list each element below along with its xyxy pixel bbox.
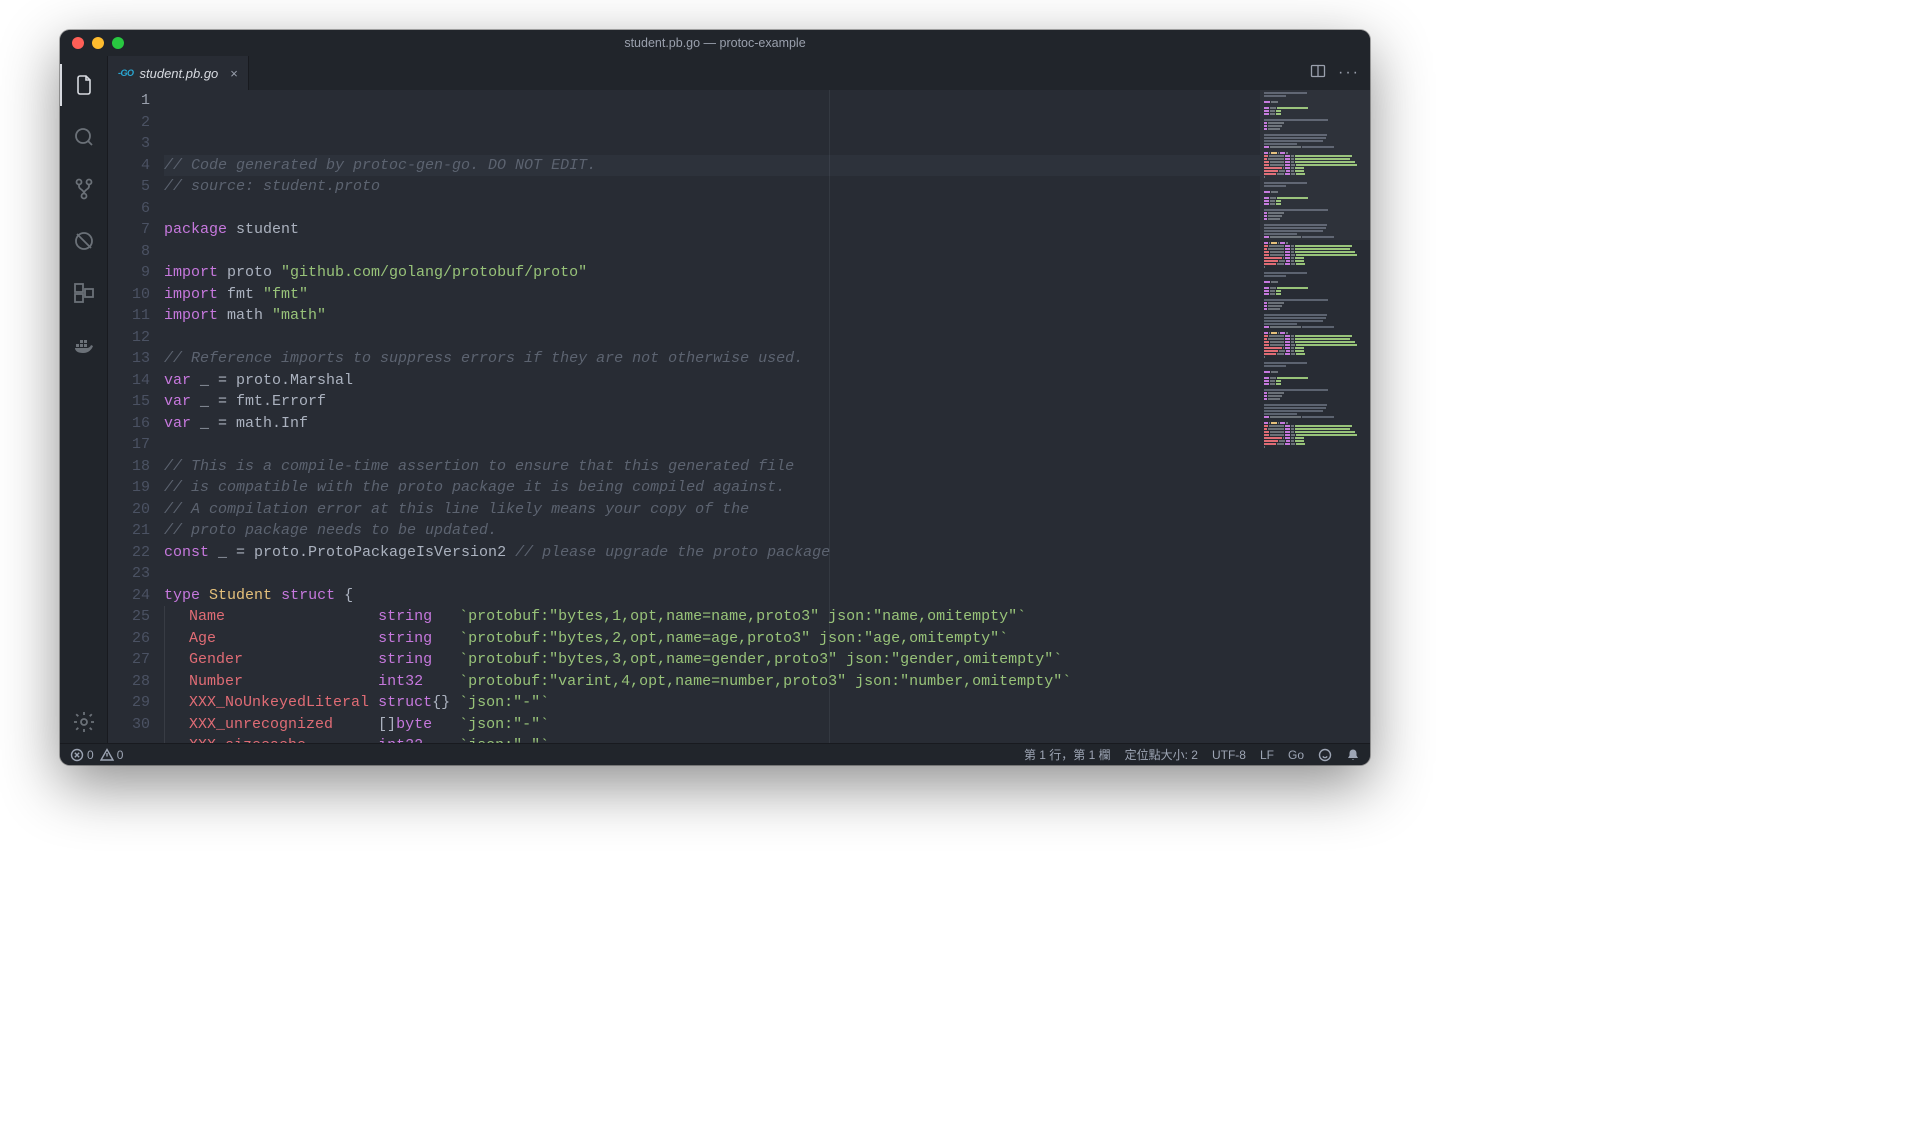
activity-explorer[interactable] bbox=[60, 64, 108, 106]
status-cursor-pos[interactable]: 第 1 行，第 1 欄 bbox=[1024, 746, 1111, 763]
activity-debug[interactable] bbox=[60, 220, 108, 262]
editor-tabs: -GO student.pb.go × ··· bbox=[108, 56, 1370, 90]
go-file-icon: -GO bbox=[118, 68, 134, 78]
ruler bbox=[829, 90, 830, 743]
status-eol[interactable]: LF bbox=[1260, 748, 1274, 762]
activity-source-control[interactable] bbox=[60, 168, 108, 210]
titlebar: student.pb.go — protoc-example bbox=[60, 30, 1370, 56]
search-icon bbox=[72, 125, 96, 149]
gear-icon bbox=[72, 710, 96, 734]
status-language[interactable]: Go bbox=[1288, 748, 1304, 762]
activity-extensions[interactable] bbox=[60, 272, 108, 314]
status-errors[interactable]: 0 bbox=[70, 748, 94, 762]
code-area[interactable]: // Code generated by protoc-gen-go. DO N… bbox=[164, 90, 1260, 743]
split-editor-button[interactable] bbox=[1310, 63, 1326, 84]
minimap[interactable] bbox=[1260, 90, 1370, 743]
status-errors-count: 0 bbox=[87, 748, 94, 762]
app-window: student.pb.go — protoc-example bbox=[60, 30, 1370, 765]
activity-settings[interactable] bbox=[60, 701, 108, 743]
status-indent[interactable]: 定位點大小: 2 bbox=[1125, 746, 1198, 763]
status-bar: 0 0 第 1 行，第 1 欄 定位點大小: 2 UTF-8 LF Go bbox=[60, 743, 1370, 765]
more-actions-button[interactable]: ··· bbox=[1338, 65, 1360, 81]
minimap-viewport[interactable] bbox=[1260, 90, 1370, 240]
status-feedback[interactable] bbox=[1318, 747, 1332, 762]
window-zoom-button[interactable] bbox=[112, 37, 124, 49]
branch-icon bbox=[72, 177, 96, 201]
error-icon bbox=[70, 748, 84, 762]
window-minimize-button[interactable] bbox=[92, 37, 104, 49]
status-encoding[interactable]: UTF-8 bbox=[1212, 748, 1246, 762]
activity-docker[interactable] bbox=[60, 324, 108, 366]
files-icon bbox=[72, 73, 96, 97]
status-warnings-count: 0 bbox=[117, 748, 124, 762]
warning-icon bbox=[100, 748, 114, 762]
bell-icon bbox=[1346, 748, 1360, 762]
status-notifications[interactable] bbox=[1346, 747, 1360, 762]
tab-close-icon[interactable]: × bbox=[224, 66, 238, 81]
activity-bar bbox=[60, 56, 108, 743]
docker-icon bbox=[72, 333, 96, 357]
activity-search[interactable] bbox=[60, 116, 108, 158]
extensions-icon bbox=[72, 281, 96, 305]
tab-label: student.pb.go bbox=[140, 66, 219, 81]
tab-student-pb-go[interactable]: -GO student.pb.go × bbox=[108, 56, 249, 90]
status-warnings[interactable]: 0 bbox=[100, 748, 124, 762]
split-icon bbox=[1310, 63, 1326, 79]
window-close-button[interactable] bbox=[72, 37, 84, 49]
code-editor[interactable]: 1234567891011121314151617181920212223242… bbox=[108, 90, 1260, 743]
line-number-gutter: 1234567891011121314151617181920212223242… bbox=[108, 90, 164, 743]
smiley-icon bbox=[1318, 748, 1332, 762]
bug-icon bbox=[72, 229, 96, 253]
window-title: student.pb.go — protoc-example bbox=[60, 36, 1370, 50]
